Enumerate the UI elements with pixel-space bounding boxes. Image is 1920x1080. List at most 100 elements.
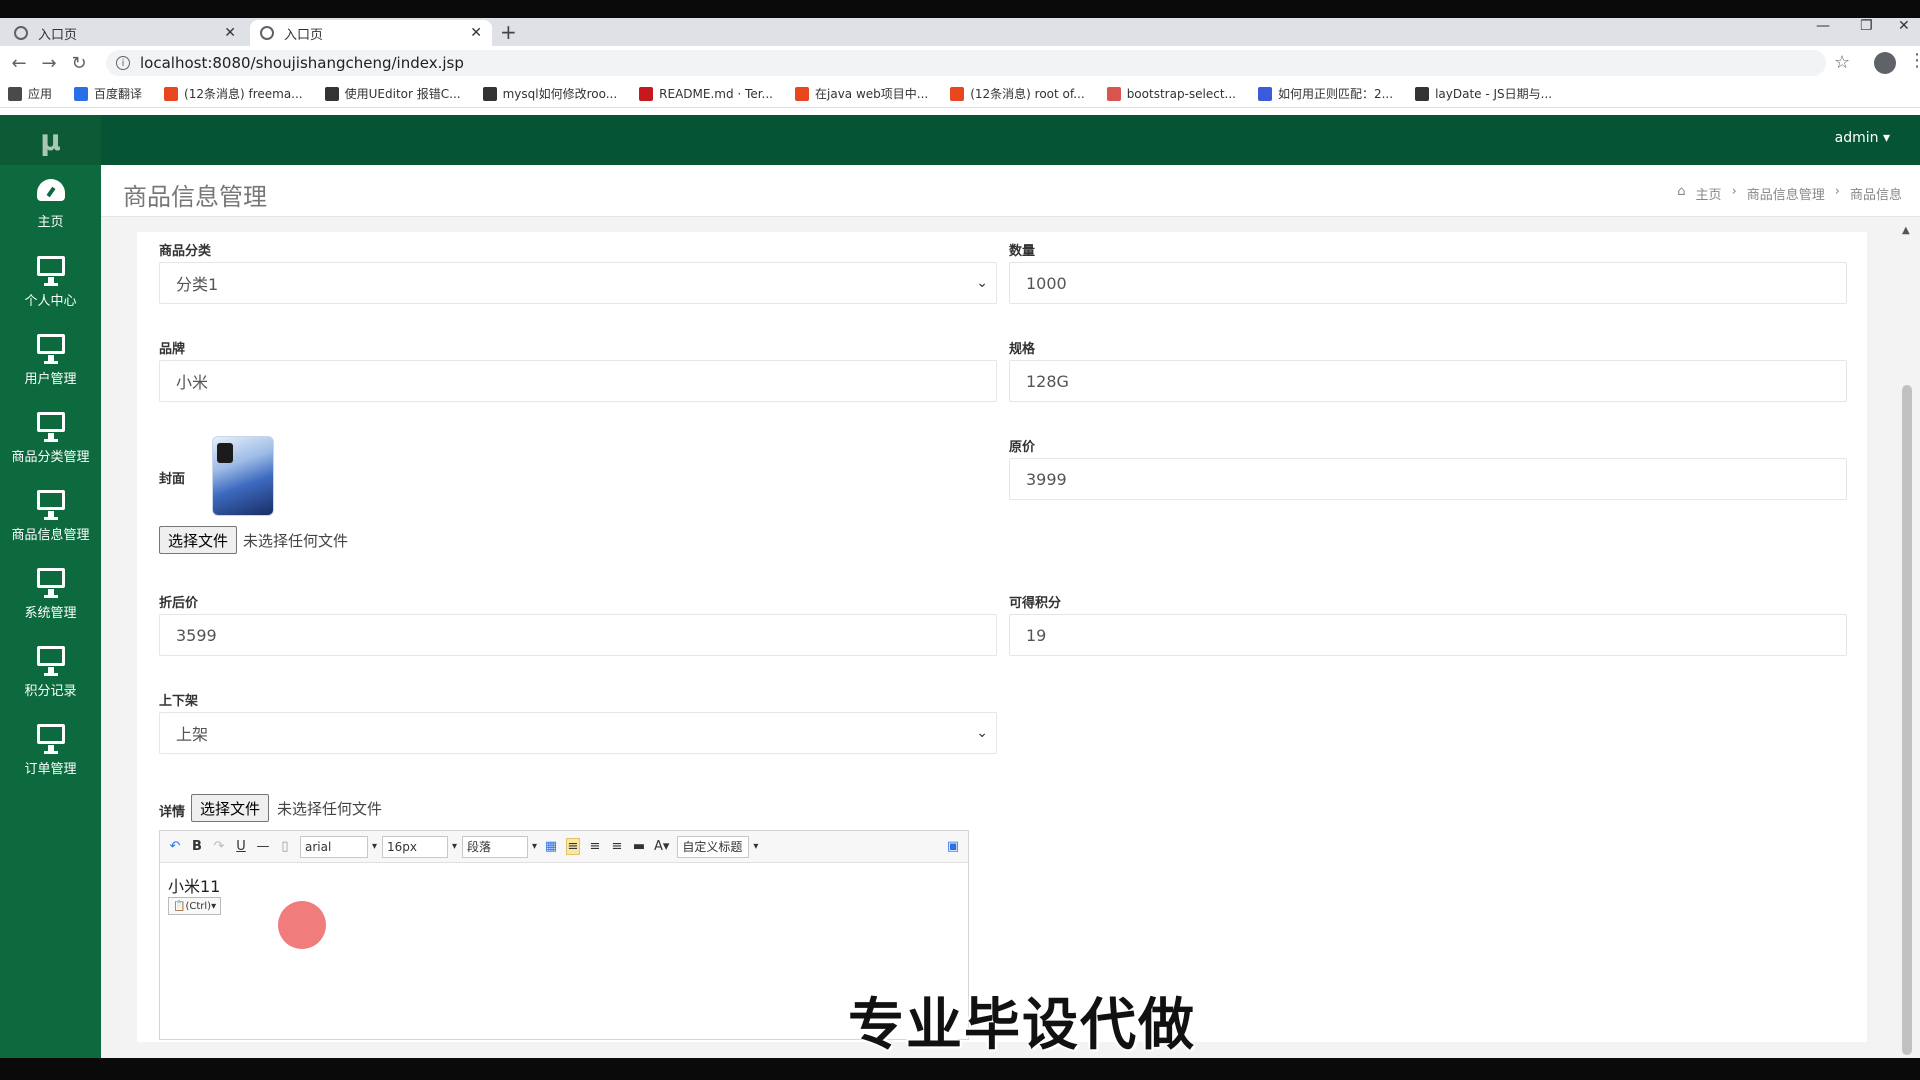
paste-options-tip[interactable]: 📋 (Ctrl) ▾	[168, 897, 222, 915]
close-icon[interactable]: ✕	[470, 25, 482, 41]
close-window-icon[interactable]: ✕	[1898, 18, 1910, 34]
align-right-icon[interactable]: ≡	[588, 839, 602, 854]
bookmark-label: 使用UEditor 报错C...	[344, 87, 461, 101]
sidebar-item-label: 用户管理	[24, 371, 77, 387]
original-price-input[interactable]: 3999	[1009, 458, 1847, 500]
underline-icon[interactable]: U	[234, 839, 248, 854]
category-select[interactable]: 分类1 ⌄	[159, 262, 997, 304]
paste-icon[interactable]: ▯	[278, 839, 292, 854]
font-family-select[interactable]: arial	[300, 835, 377, 858]
close-icon[interactable]: ✕	[224, 25, 236, 41]
shelf-select[interactable]: 上架 ⌄	[159, 712, 997, 754]
bookmark-label: bootstrap-select...	[1126, 86, 1236, 101]
bookmark-favicon-icon	[482, 86, 497, 101]
bookmark-favicon-icon	[795, 86, 809, 101]
new-tab-icon[interactable]: +	[500, 20, 517, 44]
bookmark-favicon-icon	[1257, 86, 1272, 101]
bookmark-label: (12条消息) root of...	[970, 87, 1085, 101]
sidebar-item[interactable]: 商品信息管理	[0, 477, 101, 555]
custom-title-select[interactable]: 自定义标题	[677, 835, 758, 858]
brand-input[interactable]: 小米	[159, 360, 997, 402]
page-scrollbar[interactable]: ▲	[1900, 225, 1914, 1055]
breadcrumb-current: 商品信息	[1849, 188, 1902, 203]
monitor-icon	[36, 489, 65, 520]
globe-icon	[14, 26, 28, 40]
bookmark-star-icon[interactable]: ☆	[1834, 52, 1850, 73]
bookmark-item[interactable]: layDate - JS日期与...	[1415, 85, 1552, 102]
paragraph-select[interactable]: 段落	[462, 835, 537, 858]
profile-avatar[interactable]	[1874, 52, 1896, 74]
bookmark-item[interactable]: 如何用正则匹配：2...	[1257, 85, 1393, 102]
back-arrow-icon[interactable]: ←	[4, 53, 34, 74]
sidebar-item[interactable]: 个人中心	[0, 243, 101, 321]
table-icon[interactable]: ▦	[544, 839, 558, 854]
sidebar-item[interactable]: 用户管理	[0, 321, 101, 399]
bookmark-item[interactable]: 应用	[8, 85, 52, 102]
monitor-icon	[36, 411, 65, 442]
scrollbar-thumb[interactable]	[1902, 385, 1912, 1055]
detail-choose-file-button[interactable]: 选择文件	[191, 794, 270, 822]
minimize-icon[interactable]: —	[1816, 18, 1830, 34]
breadcrumb-home[interactable]: 主页	[1696, 184, 1722, 203]
quantity-value: 1000	[1026, 273, 1067, 293]
align-justify-icon[interactable]: ▬	[632, 839, 646, 854]
bookmark-item[interactable]: mysql如何修改roo...	[482, 85, 617, 102]
redo-icon[interactable]: ↷	[212, 839, 226, 854]
bookmark-favicon-icon	[1106, 86, 1121, 101]
font-color-icon[interactable]: A▾	[654, 839, 669, 854]
category-label: 商品分类	[159, 244, 212, 259]
info-icon[interactable]: i	[116, 56, 130, 70]
breadcrumb-section[interactable]: 商品信息管理	[1747, 184, 1825, 203]
points-input[interactable]: 19	[1009, 614, 1847, 656]
restore-icon[interactable]: ❐	[1860, 18, 1873, 34]
sidebar-item[interactable]: 订单管理	[0, 711, 101, 789]
browser-menu-icon[interactable]: ⋮	[1908, 50, 1920, 71]
scroll-up-icon[interactable]: ▲	[1902, 225, 1910, 236]
sidebar-item-label: 主页	[37, 214, 64, 230]
dashboard-icon	[36, 178, 65, 201]
overlay-caption: 专业毕设代做	[848, 993, 1196, 1058]
category-value: 分类1	[176, 275, 219, 294]
fullscreen-icon[interactable]: ▣	[946, 839, 960, 854]
discount-price-input[interactable]: 3599	[159, 614, 997, 656]
bookmark-item[interactable]: 使用UEditor 报错C...	[324, 85, 461, 102]
top-header: admin ▾	[101, 115, 1920, 165]
screen-top-bar	[0, 0, 1920, 18]
points-label: 可得积分	[1009, 596, 1062, 611]
sidebar-item[interactable]: 商品分类管理	[0, 399, 101, 477]
sidebar-item[interactable]: 积分记录	[0, 633, 101, 711]
sidebar-item[interactable]: 系统管理	[0, 555, 101, 633]
undo-icon[interactable]: ↶	[168, 839, 182, 854]
cover-image	[212, 436, 274, 516]
bookmark-item[interactable]: (12条消息) freema...	[164, 85, 303, 102]
app-logo: μ	[0, 115, 101, 165]
screen-bottom-bar	[0, 1058, 1920, 1080]
bookmark-label: (12条消息) freema...	[184, 87, 303, 101]
font-size-select[interactable]: 16px	[382, 835, 457, 858]
user-name: admin	[1834, 130, 1879, 146]
bookmark-item[interactable]: bootstrap-select...	[1106, 86, 1236, 101]
reload-icon[interactable]: ↻	[64, 53, 94, 74]
align-left-icon[interactable]: ≡	[566, 838, 580, 855]
forward-arrow-icon[interactable]: →	[34, 53, 64, 74]
sidebar-item[interactable]: 主页	[0, 165, 101, 243]
editor-content[interactable]: 小米11	[168, 873, 220, 897]
bookmark-item[interactable]: README.md · Ter...	[639, 86, 773, 101]
quantity-input[interactable]: 1000	[1009, 262, 1847, 304]
bookmark-item[interactable]: (12条消息) root of...	[950, 85, 1085, 102]
bookmark-item[interactable]: 在java web项目中...	[795, 85, 928, 102]
bookmark-favicon-icon	[324, 86, 339, 101]
tab-label: 入口页	[38, 27, 78, 43]
bookmark-favicon-icon	[8, 86, 22, 101]
user-menu[interactable]: admin ▾	[1835, 130, 1890, 146]
horizontal-rule-icon[interactable]: —	[256, 839, 270, 854]
browser-tab-1[interactable]: 入口页 ✕	[4, 20, 246, 46]
cover-choose-file-button[interactable]: 选择文件	[159, 526, 238, 554]
spec-input[interactable]: 128G	[1009, 360, 1847, 402]
align-center-icon[interactable]: ≡	[610, 839, 624, 854]
bold-icon[interactable]: B	[190, 839, 204, 854]
browser-tab-2[interactable]: 入口页 ✕	[250, 20, 492, 46]
brand-label: 品牌	[159, 342, 186, 357]
bookmark-item[interactable]: 百度翻译	[74, 85, 142, 102]
url-input[interactable]: i localhost:8080/shoujishangcheng/index.…	[106, 50, 1826, 76]
